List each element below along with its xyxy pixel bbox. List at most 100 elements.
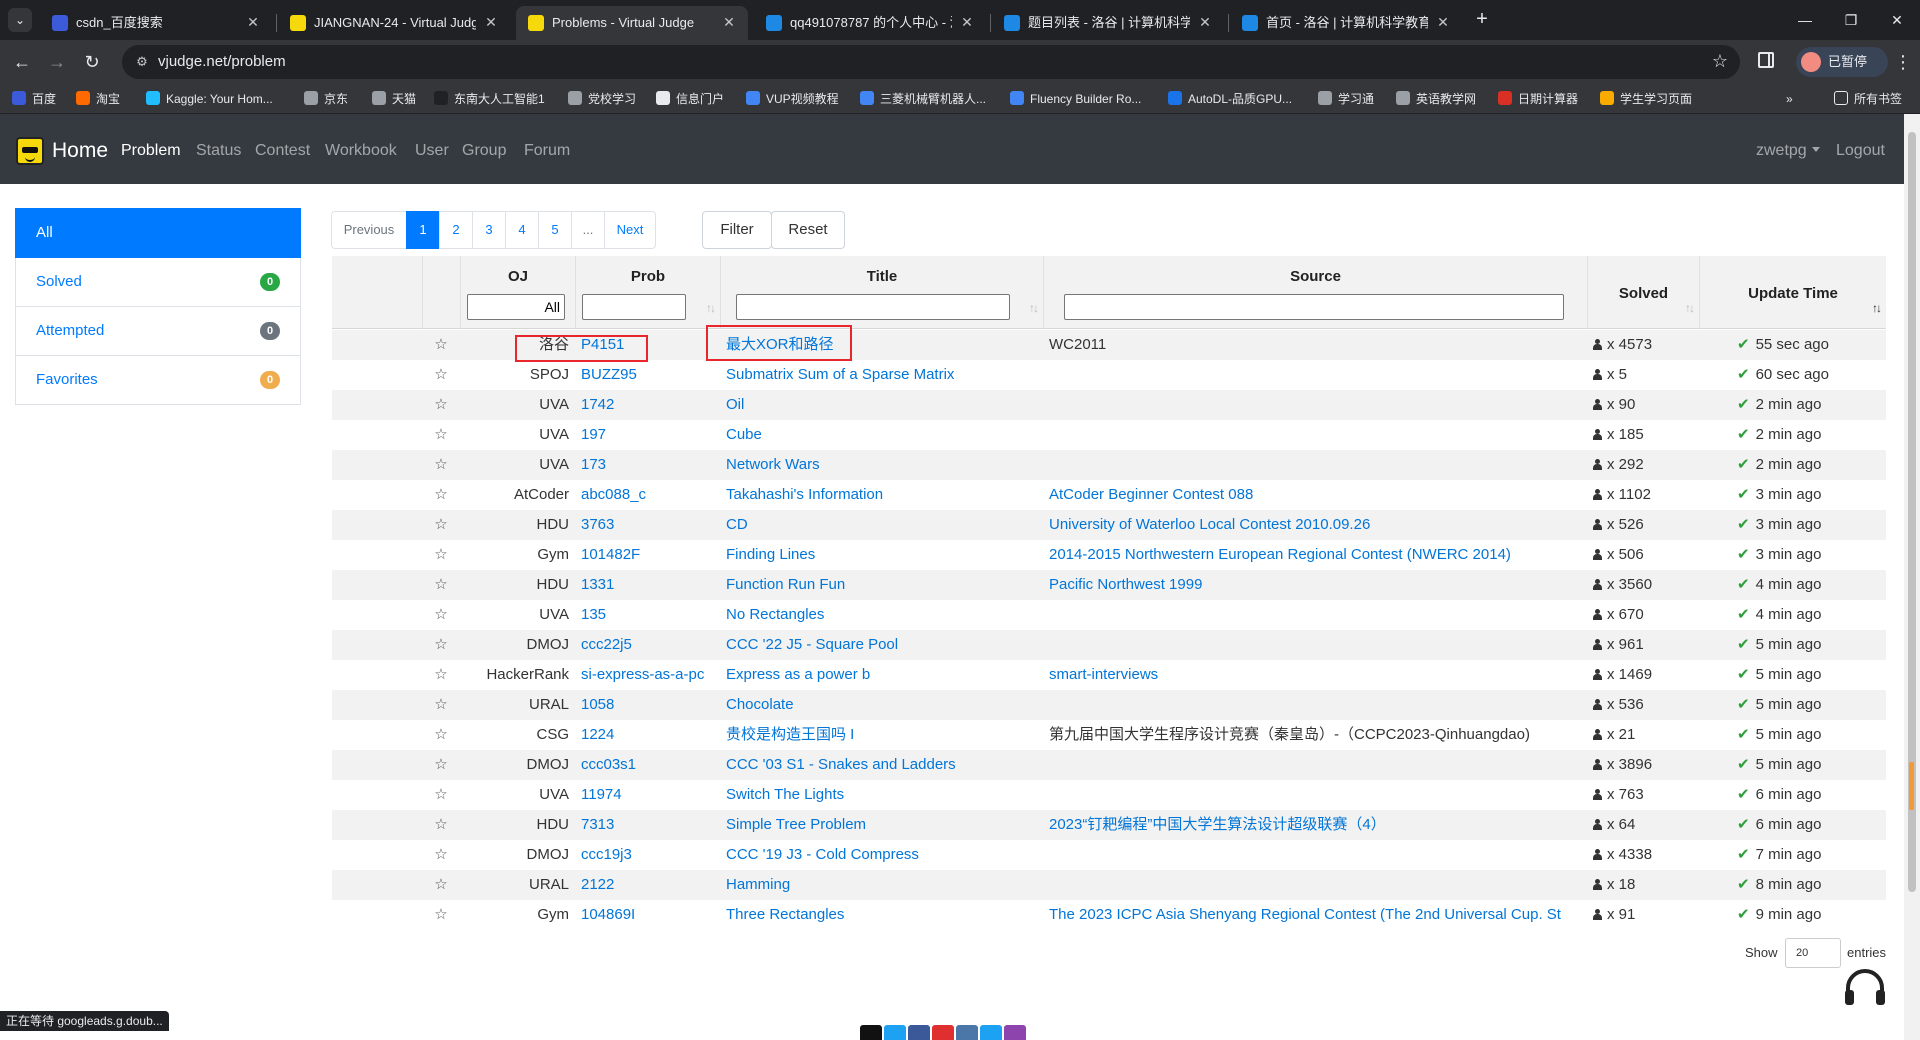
sidebar-item-favorites[interactable]: Favorites 0 [15,356,301,405]
headset-icon[interactable] [1842,966,1888,1010]
source-link[interactable]: 2023“钉耙编程”中国大学生算法设计超级联赛（4） [1049,816,1386,833]
problem-title-link[interactable]: Simple Tree Problem [726,816,866,833]
tab-search-button[interactable]: ⌄ [8,8,32,32]
sort-desc-icon[interactable]: ↑↓ [1872,301,1882,315]
restore-button[interactable]: ❐ [1836,8,1866,32]
favorite-star-icon[interactable]: ☆ [422,360,460,390]
pagination-previous[interactable]: Previous [331,211,407,249]
favorite-star-icon[interactable]: ☆ [422,780,460,810]
favorite-star-icon[interactable]: ☆ [422,660,460,690]
problem-title-link[interactable]: CD [726,516,748,533]
bookmark-item[interactable]: 东南大人工智能1 [434,91,545,107]
filter-button[interactable]: Filter [702,211,772,249]
nav-link-problem[interactable]: Problem [121,141,181,161]
sort-icon[interactable]: ↑↓ [1685,301,1695,315]
share-icon[interactable] [884,1025,906,1040]
share-icon[interactable] [932,1025,954,1040]
tab-close-icon[interactable]: ✕ [244,13,262,31]
oj-filter-select[interactable] [467,294,565,320]
favorite-star-icon[interactable]: ☆ [422,330,460,360]
browser-tab[interactable]: JIANGNAN-24 - Virtual Judge ✕ [278,6,510,40]
share-icon[interactable] [908,1025,930,1040]
browser-tab[interactable]: Problems - Virtual Judge ✕ [516,6,748,40]
problem-title-link[interactable]: No Rectangles [726,606,824,623]
favorite-star-icon[interactable]: ☆ [422,480,460,510]
tab-close-icon[interactable]: ✕ [958,13,976,31]
problem-id-link[interactable]: 7313 [581,816,614,833]
favorite-star-icon[interactable]: ☆ [422,510,460,540]
problem-id-link[interactable]: 173 [581,456,606,473]
bookmark-item[interactable]: 三菱机械臂机器人... [860,91,986,107]
favorite-star-icon[interactable]: ☆ [422,420,460,450]
nav-link-group[interactable]: Group [462,141,506,161]
browser-tab[interactable]: csdn_百度搜索 ✕ [40,6,272,40]
close-window-button[interactable]: ✕ [1882,8,1912,32]
favorite-star-icon[interactable]: ☆ [422,840,460,870]
favorite-star-icon[interactable]: ☆ [422,390,460,420]
bookmark-item[interactable]: 学生学习页面 [1600,91,1692,107]
nav-link-workbook[interactable]: Workbook [325,141,397,161]
brand-home-link[interactable]: Home [52,138,108,164]
source-filter-input[interactable] [1064,294,1564,320]
problem-id-link[interactable]: si-express-as-a-pc [581,666,704,683]
user-dropdown[interactable]: zwetpg [1756,141,1820,161]
favorite-star-icon[interactable]: ☆ [422,810,460,840]
reset-button[interactable]: Reset [771,211,845,249]
problem-title-link[interactable]: 贵校是构造王国吗 I [726,726,854,743]
favorite-star-icon[interactable]: ☆ [422,450,460,480]
problem-title-link[interactable]: CCC '19 J3 - Cold Compress [726,846,919,863]
source-link[interactable]: 2014-2015 Northwestern European Regional… [1049,546,1511,563]
bookmark-item[interactable]: 日期计算器 [1498,91,1578,107]
problem-id-link[interactable]: ccc22j5 [581,636,632,653]
site-info-icon[interactable]: ⚙ [134,54,150,70]
bookmark-item[interactable]: Kaggle: Your Hom... [146,91,273,107]
share-icon[interactable] [956,1025,978,1040]
title-filter-input[interactable] [736,294,1010,320]
problem-title-link[interactable]: Network Wars [726,456,820,473]
problem-id-link[interactable]: ccc19j3 [581,846,632,863]
bookmark-item[interactable]: 淘宝 [76,91,120,107]
favorite-star-icon[interactable]: ☆ [422,720,460,750]
problem-id-link[interactable]: 1224 [581,726,614,743]
problem-title-link[interactable]: Express as a power b [726,666,870,683]
problem-title-link[interactable]: CCC '22 J5 - Square Pool [726,636,898,653]
problem-id-link[interactable]: 197 [581,426,606,443]
entries-per-page-input[interactable]: 20 [1785,938,1841,968]
nav-link-contest[interactable]: Contest [255,141,310,161]
prob-filter-input[interactable] [582,294,686,320]
problem-title-link[interactable]: Takahashi's Information [726,486,883,503]
problem-title-link[interactable]: Hamming [726,876,790,893]
problem-title-link[interactable]: Three Rectangles [726,906,844,923]
new-tab-button[interactable]: + [1470,8,1494,32]
favorite-star-icon[interactable]: ☆ [422,870,460,900]
bookmark-item[interactable]: 京东 [304,91,348,107]
problem-title-link[interactable]: Function Run Fun [726,576,845,593]
forward-button[interactable]: → [45,50,69,74]
tab-close-icon[interactable]: ✕ [720,13,738,31]
logout-link[interactable]: Logout [1836,141,1885,161]
reload-button[interactable]: ↻ [80,50,104,74]
pagination-next[interactable]: Next [604,211,656,249]
problem-title-link[interactable]: Oil [726,396,744,413]
problem-id-link[interactable]: 3763 [581,516,614,533]
problem-id-link[interactable]: ccc03s1 [581,756,636,773]
problem-title-link[interactable]: Submatrix Sum of a Sparse Matrix [726,366,954,383]
favorite-star-icon[interactable]: ☆ [422,540,460,570]
source-link[interactable]: University of Waterloo Local Contest 201… [1049,516,1370,533]
nav-link-forum[interactable]: Forum [524,141,570,161]
pagination-page-2[interactable]: 2 [439,211,473,249]
problem-id-link[interactable]: abc088_c [581,486,646,503]
problem-id-link[interactable]: BUZZ95 [581,366,637,383]
share-icon[interactable] [980,1025,1002,1040]
favorite-star-icon[interactable]: ☆ [422,690,460,720]
favorite-star-icon[interactable]: ☆ [422,570,460,600]
problem-title-link[interactable]: CCC '03 S1 - Snakes and Ladders [726,756,956,773]
pagination-ellipsis[interactable]: ... [571,211,605,249]
minimize-button[interactable]: — [1790,8,1820,32]
favorite-star-icon[interactable]: ☆ [422,600,460,630]
problem-id-link[interactable]: 101482F [581,546,640,563]
bookmark-item[interactable]: 百度 [12,91,56,107]
favorite-star-icon[interactable]: ☆ [422,750,460,780]
sidebar-item-all[interactable]: All [15,208,301,258]
pagination-page-1[interactable]: 1 [406,211,440,249]
